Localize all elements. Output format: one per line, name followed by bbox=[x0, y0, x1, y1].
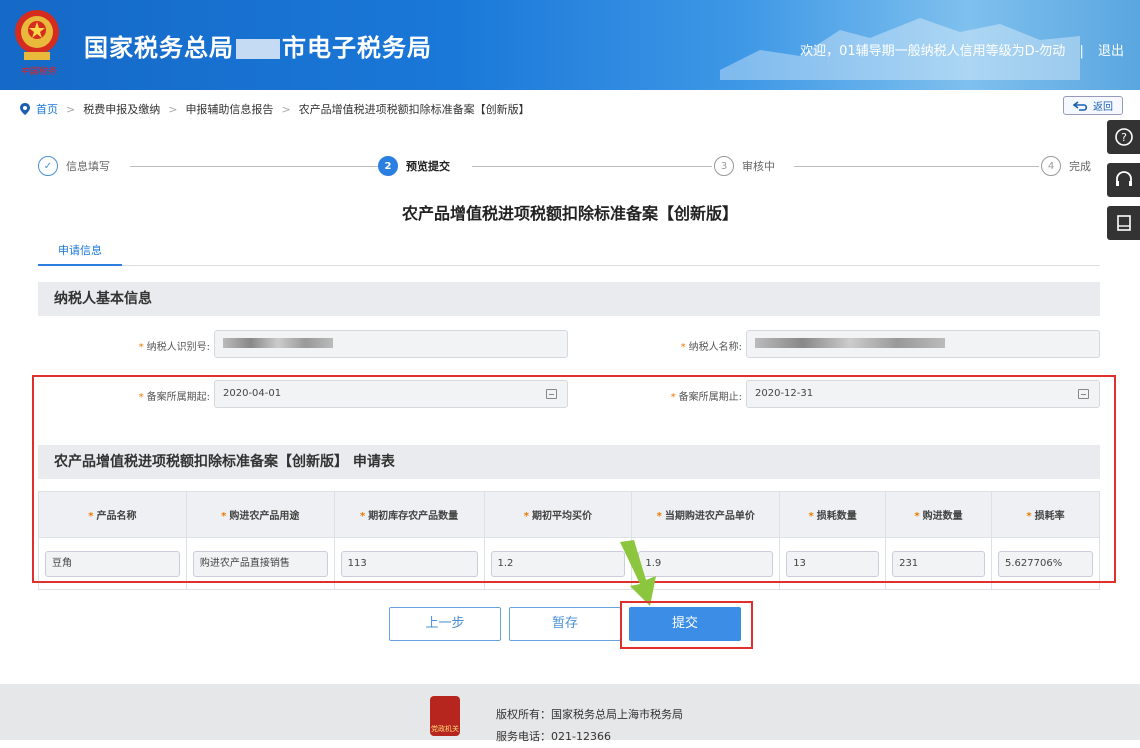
help-icon: ? bbox=[1114, 128, 1133, 146]
taxpayer-name-label: * 纳税人名称: bbox=[680, 342, 742, 353]
redacted-city-block bbox=[236, 39, 280, 59]
step-label: 预览提交 bbox=[406, 160, 450, 173]
location-pin-icon bbox=[20, 103, 30, 115]
breadcrumb: 首页 > 税费申报及缴纳 > 申报辅助信息报告 > 农产品增值税进项税额扣除标准… bbox=[20, 101, 530, 117]
taxpayer-id-label: * 纳税人识别号: bbox=[138, 342, 210, 353]
submit-highlight-box bbox=[620, 601, 753, 649]
copyright-text: 版权所有：国家税务总局上海市税务局 bbox=[496, 708, 683, 721]
step-connector bbox=[794, 166, 1039, 167]
section-basic-info-heading: 纳税人基本信息 bbox=[38, 282, 1100, 316]
side-toolbar: ? bbox=[1107, 120, 1140, 249]
back-label: 返回 bbox=[1093, 102, 1113, 113]
step-1: ✓ 信息填写 bbox=[38, 156, 118, 176]
step-connector bbox=[472, 166, 712, 167]
back-button[interactable]: 返回 bbox=[1063, 96, 1123, 115]
form-title: 农产品增值税进项税额扣除标准备案【创新版】 bbox=[401, 204, 738, 223]
previous-step-button[interactable]: 上一步 bbox=[389, 607, 501, 641]
green-arrow-annotation bbox=[620, 540, 656, 606]
service-phone-text: 服务电话：021-12366 bbox=[496, 730, 611, 743]
site-title: 国家税务总局 市电子税务局 bbox=[84, 34, 432, 62]
breadcrumb-home[interactable]: 首页 bbox=[36, 101, 58, 117]
footer: 党政机关 版权所有：国家税务总局上海市税务局 服务电话：021-12366 bbox=[0, 684, 1140, 743]
progress-steps: ✓ 信息填写 2 预览提交 3 审核中 4 完成 bbox=[38, 156, 1100, 178]
tab-application-info[interactable]: 申请信息 bbox=[38, 240, 122, 266]
taxpayer-id-field bbox=[214, 330, 568, 358]
headset-icon bbox=[1115, 171, 1132, 186]
step-label: 完成 bbox=[1069, 160, 1091, 173]
save-draft-button[interactable]: 暂存 bbox=[509, 607, 621, 641]
tab-bar: 申请信息 bbox=[38, 240, 1100, 266]
party-government-logo-icon: 党政机关 bbox=[430, 696, 460, 736]
svg-text:?: ? bbox=[1121, 131, 1127, 144]
highlight-annotation-box bbox=[32, 375, 1116, 583]
check-icon: ✓ bbox=[38, 156, 58, 176]
step-number: 2 bbox=[378, 156, 398, 176]
step-label: 审核中 bbox=[742, 160, 775, 173]
step-label: 信息填写 bbox=[66, 160, 110, 173]
logout-link[interactable]: 退出 bbox=[1098, 44, 1124, 59]
step-number: 3 bbox=[714, 156, 734, 176]
top-banner: 中国税务 国家税务总局 市电子税务局 欢迎，01辅导期一般纳税人信用等级为D-勿动… bbox=[0, 0, 1140, 90]
redacted-value bbox=[755, 338, 945, 348]
welcome-text: 欢迎，01辅导期一般纳税人信用等级为D-勿动 bbox=[800, 44, 1066, 59]
redacted-value bbox=[223, 338, 333, 348]
tax-logo-script: 中国税务 bbox=[19, 67, 56, 77]
step-2: 2 预览提交 bbox=[378, 156, 458, 176]
step-connector bbox=[130, 166, 380, 167]
step-4: 4 完成 bbox=[1041, 156, 1099, 176]
step-3: 3 审核中 bbox=[714, 156, 783, 176]
breadcrumb-aux-info[interactable]: 申报辅助信息报告 bbox=[185, 101, 273, 117]
support-button[interactable] bbox=[1107, 163, 1140, 197]
footer-info: 版权所有：国家税务总局上海市税务局 服务电话：021-12366 bbox=[496, 704, 683, 748]
breadcrumb-tax-filing[interactable]: 税费申报及缴纳 bbox=[83, 101, 160, 117]
breadcrumb-current: 农产品增值税进项税额扣除标准备案【创新版】 bbox=[298, 103, 530, 116]
taxpayer-name-field bbox=[746, 330, 1100, 358]
step-number: 4 bbox=[1041, 156, 1061, 176]
return-arrow-icon bbox=[1073, 100, 1088, 111]
welcome-bar: 欢迎，01辅导期一般纳税人信用等级为D-勿动 | 退出 bbox=[800, 44, 1124, 59]
national-emblem-icon bbox=[15, 10, 59, 60]
help-button[interactable]: ? bbox=[1107, 120, 1140, 154]
